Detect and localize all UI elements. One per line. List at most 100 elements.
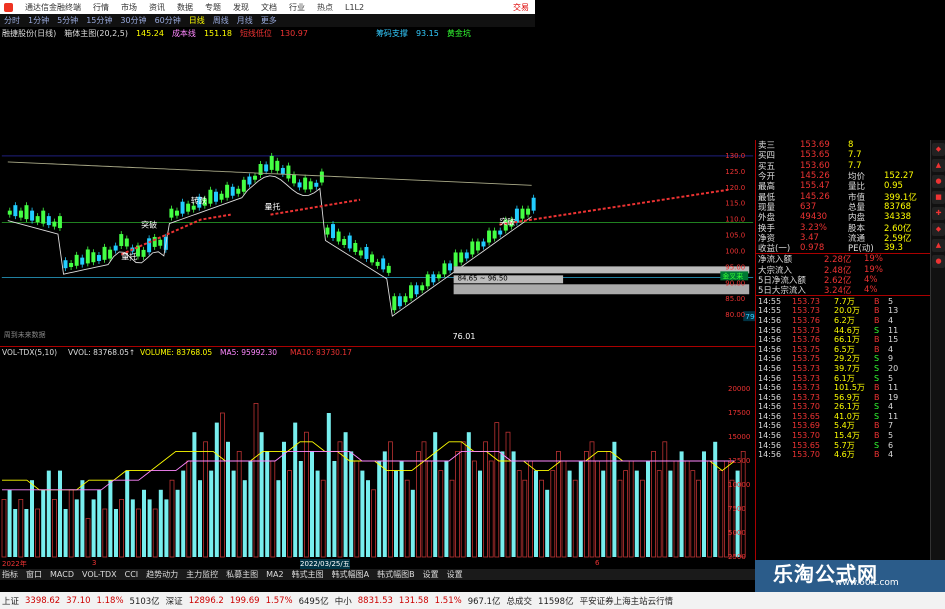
volume-bar-up xyxy=(387,441,393,558)
tick-time: 14:56 xyxy=(758,450,782,460)
quote-volume: 8 xyxy=(848,140,854,151)
line2-value: 130.97 xyxy=(279,28,308,38)
candle xyxy=(414,285,419,295)
sh-change: 37.10 xyxy=(66,595,91,606)
menu-item[interactable]: 行情 xyxy=(93,2,109,13)
tick-price: 153.73 xyxy=(792,373,820,383)
menu-item[interactable]: L1L2 xyxy=(345,3,364,12)
volume-bar-down xyxy=(343,432,348,557)
ma-value: 145.24 xyxy=(135,28,164,38)
volume-bar-down xyxy=(41,489,46,557)
toolbar-icon[interactable]: ■ xyxy=(932,191,945,204)
candle xyxy=(180,201,185,214)
candle xyxy=(24,205,29,220)
toolbar-icon[interactable]: ◆ xyxy=(932,143,945,156)
menu-item[interactable]: 文档 xyxy=(261,2,277,13)
indicator-tab[interactable]: 韩式幅图A xyxy=(332,569,369,580)
app-logo-icon xyxy=(4,2,13,12)
period-tab[interactable]: 周线 xyxy=(213,15,229,26)
price-tick: 95.00 xyxy=(725,263,745,271)
period-tab[interactable]: 60分钟 xyxy=(155,15,181,26)
volume-bar-down xyxy=(382,451,387,557)
tick-side: B xyxy=(874,431,880,441)
candle xyxy=(431,274,436,283)
trade-button[interactable]: 交易 xyxy=(513,2,529,13)
menu-item[interactable]: 专题 xyxy=(205,2,221,13)
price-tick: 115.0 xyxy=(725,200,745,208)
tick-price: 153.75 xyxy=(792,344,820,354)
volume-bar-up xyxy=(494,422,500,558)
volume-bar-down xyxy=(209,470,214,557)
period-tab[interactable]: 15分钟 xyxy=(86,15,112,26)
period-tab[interactable]: 1分钟 xyxy=(28,15,49,26)
tick-price: 153.73 xyxy=(792,306,820,316)
volume-bar-down xyxy=(298,461,303,557)
tick-side: S xyxy=(874,325,880,335)
menu-item[interactable]: 热点 xyxy=(317,2,333,13)
toolbar-icon[interactable]: ✚ xyxy=(932,207,945,220)
menu-item[interactable]: 行业 xyxy=(289,2,305,13)
volume-bar-down xyxy=(147,499,152,557)
indicator-tab[interactable]: CCI xyxy=(125,570,139,579)
label-tupo: 突破 xyxy=(141,220,157,230)
tick-time: 14:56 xyxy=(758,344,782,354)
zx-pct: 1.51% xyxy=(434,595,462,606)
tick-count: 11 xyxy=(888,325,899,335)
volume-bar-down xyxy=(601,470,606,557)
tick-price: 153.70 xyxy=(792,402,820,412)
volume-tick: 10000 xyxy=(728,481,750,489)
period-tab[interactable]: 月线 xyxy=(237,15,253,26)
indicator-tab[interactable]: 主力监控 xyxy=(186,569,218,580)
volume-bar-up xyxy=(528,460,533,558)
date-label-highlight: 2022/03/25/五 xyxy=(300,559,350,569)
candle xyxy=(475,241,480,251)
period-tab[interactable]: 分时 xyxy=(4,15,20,26)
indicator-tab[interactable]: 设置 xyxy=(447,569,463,580)
toolbar-icon[interactable]: ● xyxy=(932,175,945,188)
candle xyxy=(152,236,157,247)
price-tick: 80.00 xyxy=(725,311,745,319)
indicator-tab[interactable]: 韩式幅图B xyxy=(377,569,415,580)
indicator-tab[interactable]: 设置 xyxy=(423,569,439,580)
range-box-1 xyxy=(453,266,750,274)
volume-chart[interactable]: VOL-TDX(5,10) VVOL: 83768.05↑ VOLUME: 83… xyxy=(0,347,755,559)
volume-bar-down xyxy=(46,470,51,557)
indicator-tab[interactable]: 趋势动力 xyxy=(146,569,178,580)
tick-side: B xyxy=(874,315,880,325)
volume-bar-up xyxy=(729,479,735,558)
volume-bar-down xyxy=(130,499,135,557)
toolbar-icon[interactable]: ● xyxy=(932,255,945,268)
volume-bar-down xyxy=(326,413,331,557)
menu-item[interactable]: 数据 xyxy=(177,2,193,13)
volume-bar-down xyxy=(366,480,370,557)
quote-value: 3.23% xyxy=(800,222,828,233)
tick-price: 153.65 xyxy=(792,440,820,450)
volume-bar-down xyxy=(91,499,96,557)
indicator-tab[interactable]: 私募主图 xyxy=(226,569,258,580)
indicator-tab[interactable]: VOL-TDX xyxy=(82,570,117,579)
volume-tick: 12500 xyxy=(728,457,750,465)
menu-item[interactable]: 资讯 xyxy=(149,2,165,13)
period-tab[interactable]: 30分钟 xyxy=(120,15,146,26)
toolbar-icon[interactable]: ▲ xyxy=(932,239,945,252)
candlestick-chart[interactable]: 量托 突破 转跌 量托 突破 76.01 周到未来数据 84.65 ~ 96.5… xyxy=(0,140,755,347)
period-tab[interactable]: 5分钟 xyxy=(57,15,78,26)
indicator-tab[interactable]: MA2 xyxy=(266,570,283,579)
volume-bar-down xyxy=(310,451,314,557)
candle xyxy=(253,175,257,180)
menu-item[interactable]: 市场 xyxy=(121,2,137,13)
quote-value: 0.978 xyxy=(800,243,825,254)
period-tab[interactable]: 更多 xyxy=(261,15,277,26)
toolbar-icon[interactable]: ◆ xyxy=(932,223,945,236)
volume-bar-up xyxy=(35,508,40,558)
indicator-tab[interactable]: 指标 xyxy=(2,569,18,580)
toolbar-icon[interactable]: ▲ xyxy=(932,159,945,172)
indicator-tab[interactable]: 窗口 xyxy=(26,569,42,580)
period-tab-active[interactable]: 日线 xyxy=(189,15,205,26)
date-label: 2022年 xyxy=(2,560,27,568)
indicator-tab[interactable]: 韩式主图 xyxy=(292,569,324,580)
candle xyxy=(7,210,12,215)
indicator-tab[interactable]: MACD xyxy=(50,570,74,579)
menu-item[interactable]: 发现 xyxy=(233,2,249,13)
candle xyxy=(213,191,218,202)
